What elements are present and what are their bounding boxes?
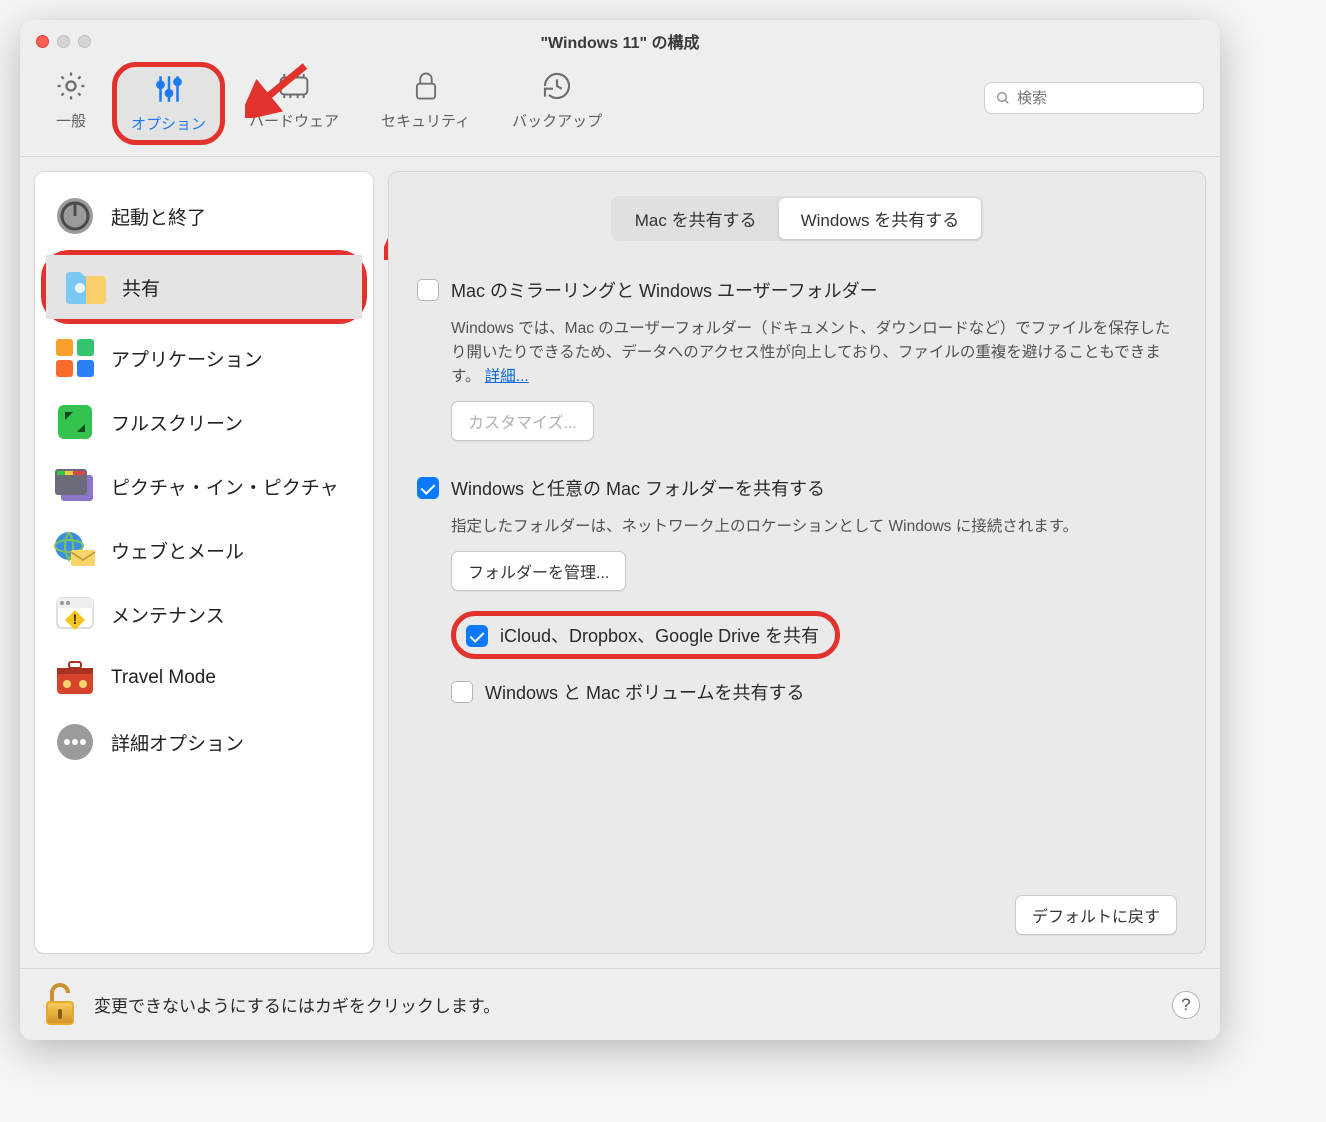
minimize-window-button[interactable] <box>57 35 70 48</box>
sidebar-item-label: 共有 <box>122 274 160 301</box>
mirror-row: Mac のミラーリングと Windows ユーザーフォルダー <box>417 277 1177 303</box>
search-input[interactable] <box>1017 90 1216 107</box>
tab-hardware[interactable]: ハードウェア <box>231 62 357 139</box>
tab-backup[interactable]: バックアップ <box>494 62 620 139</box>
sidebar-item-applications[interactable]: アプリケーション <box>35 326 373 390</box>
tab-hardware-label: ハードウェア <box>249 110 339 131</box>
toolbar: 一般 オプション ハードウェア セキュリティ バックアップ <box>20 62 1220 157</box>
search-icon <box>995 90 1011 106</box>
volumes-share-checkbox[interactable] <box>451 681 473 703</box>
zoom-window-button[interactable] <box>78 35 91 48</box>
volumes-share-row: Windows と Mac ボリュームを共有する <box>451 679 1177 705</box>
folder-shared-icon <box>64 265 108 309</box>
footer: 変更できないようにするにはカギをクリックします。 ? <box>20 968 1220 1040</box>
sidebar-item-label: フルスクリーン <box>111 409 243 436</box>
share-folders-title: Windows と任意の Mac フォルダーを共有する <box>451 475 825 501</box>
footer-lock-text: 変更できないようにするにはカギをクリックします。 <box>94 992 500 1017</box>
apps-icon <box>53 336 97 380</box>
mirror-desc: Windows では、Mac のユーザーフォルダー（ドキュメント、ダウンロードな… <box>451 317 1177 389</box>
lock-icon <box>412 68 440 104</box>
titlebar: "Windows 11" の構成 <box>20 20 1220 62</box>
sidebar-item-maintenance[interactable]: ! メンテナンス <box>35 582 373 646</box>
unlock-icon[interactable] <box>40 981 80 1029</box>
sidebar: 起動と終了 共有 アプリケーション <box>34 171 374 954</box>
help-button[interactable]: ? <box>1172 991 1200 1019</box>
pip-icon <box>53 464 97 508</box>
sidebar-item-label: ウェブとメール <box>111 537 244 564</box>
sidebar-item-web-mail[interactable]: ウェブとメール <box>35 518 373 582</box>
mirror-title: Mac のミラーリングと Windows ユーザーフォルダー <box>451 277 878 303</box>
content-panel: Mac を共有する Windows を共有する Mac のミラーリングと Win… <box>388 171 1206 954</box>
volumes-share-label: Windows と Mac ボリュームを共有する <box>485 679 805 705</box>
globe-mail-icon <box>53 528 97 572</box>
sidebar-item-startup[interactable]: 起動と終了 <box>35 184 373 248</box>
sliders-icon <box>152 71 186 107</box>
customize-button[interactable]: カスタマイズ... <box>451 401 594 441</box>
search-field[interactable] <box>984 82 1204 114</box>
svg-text:!: ! <box>73 611 78 627</box>
maintenance-icon: ! <box>53 592 97 636</box>
window-title: "Windows 11" の構成 <box>20 29 1220 53</box>
tab-backup-label: バックアップ <box>512 110 602 131</box>
mirror-checkbox[interactable] <box>417 279 439 301</box>
chip-icon <box>277 68 311 104</box>
cloud-share-row: iCloud、Dropbox、Google Drive を共有 <box>451 611 840 659</box>
more-icon <box>53 720 97 764</box>
cloud-share-label: iCloud、Dropbox、Google Drive を共有 <box>500 622 819 648</box>
tab-security-label: セキュリティ <box>381 110 470 131</box>
sidebar-item-travel-mode[interactable]: Travel Mode <box>35 646 373 710</box>
body: 起動と終了 共有 アプリケーション <box>20 157 1220 968</box>
suitcase-icon <box>53 656 97 700</box>
window-controls <box>36 35 91 48</box>
close-window-button[interactable] <box>36 35 49 48</box>
sidebar-item-sharing[interactable]: 共有 <box>46 255 362 319</box>
gear-icon <box>54 68 88 104</box>
segment-windows[interactable]: Windows を共有する <box>779 198 982 239</box>
share-folders-checkbox[interactable] <box>417 477 439 499</box>
share-folders-desc: 指定したフォルダーは、ネットワーク上のロケーションとして Windows に接続… <box>451 515 1177 539</box>
sidebar-item-label: Travel Mode <box>111 667 216 689</box>
cloud-share-checkbox[interactable] <box>466 625 488 647</box>
segment-mac[interactable]: Mac を共有する <box>613 198 779 239</box>
sidebar-item-label: 起動と終了 <box>111 203 206 230</box>
sidebar-item-label: アプリケーション <box>111 345 263 372</box>
sidebar-item-fullscreen[interactable]: フルスクリーン <box>35 390 373 454</box>
share-segment: Mac を共有する Windows を共有する <box>611 196 984 241</box>
tab-options[interactable]: オプション <box>112 62 225 145</box>
defaults-button[interactable]: デフォルトに戻す <box>1015 895 1177 935</box>
tab-security[interactable]: セキュリティ <box>363 62 488 139</box>
sidebar-item-label: 詳細オプション <box>111 729 244 756</box>
sidebar-item-label: メンテナンス <box>111 601 225 628</box>
power-icon <box>53 194 97 238</box>
share-folders-row: Windows と任意の Mac フォルダーを共有する <box>417 475 1177 501</box>
sidebar-item-pip[interactable]: ピクチャ・イン・ピクチャ <box>35 454 373 518</box>
mirror-details-link[interactable]: 詳細... <box>485 368 529 385</box>
backup-icon <box>541 68 573 104</box>
tab-general[interactable]: 一般 <box>36 62 106 139</box>
config-window: "Windows 11" の構成 一般 オプション ハードウェア セキ <box>20 20 1220 1040</box>
fullscreen-icon <box>53 400 97 444</box>
tab-options-label: オプション <box>131 113 206 134</box>
sidebar-item-label: ピクチャ・イン・ピクチャ <box>111 473 339 500</box>
tab-general-label: 一般 <box>56 110 86 131</box>
manage-folders-button[interactable]: フォルダーを管理... <box>451 551 626 591</box>
sidebar-item-advanced[interactable]: 詳細オプション <box>35 710 373 774</box>
